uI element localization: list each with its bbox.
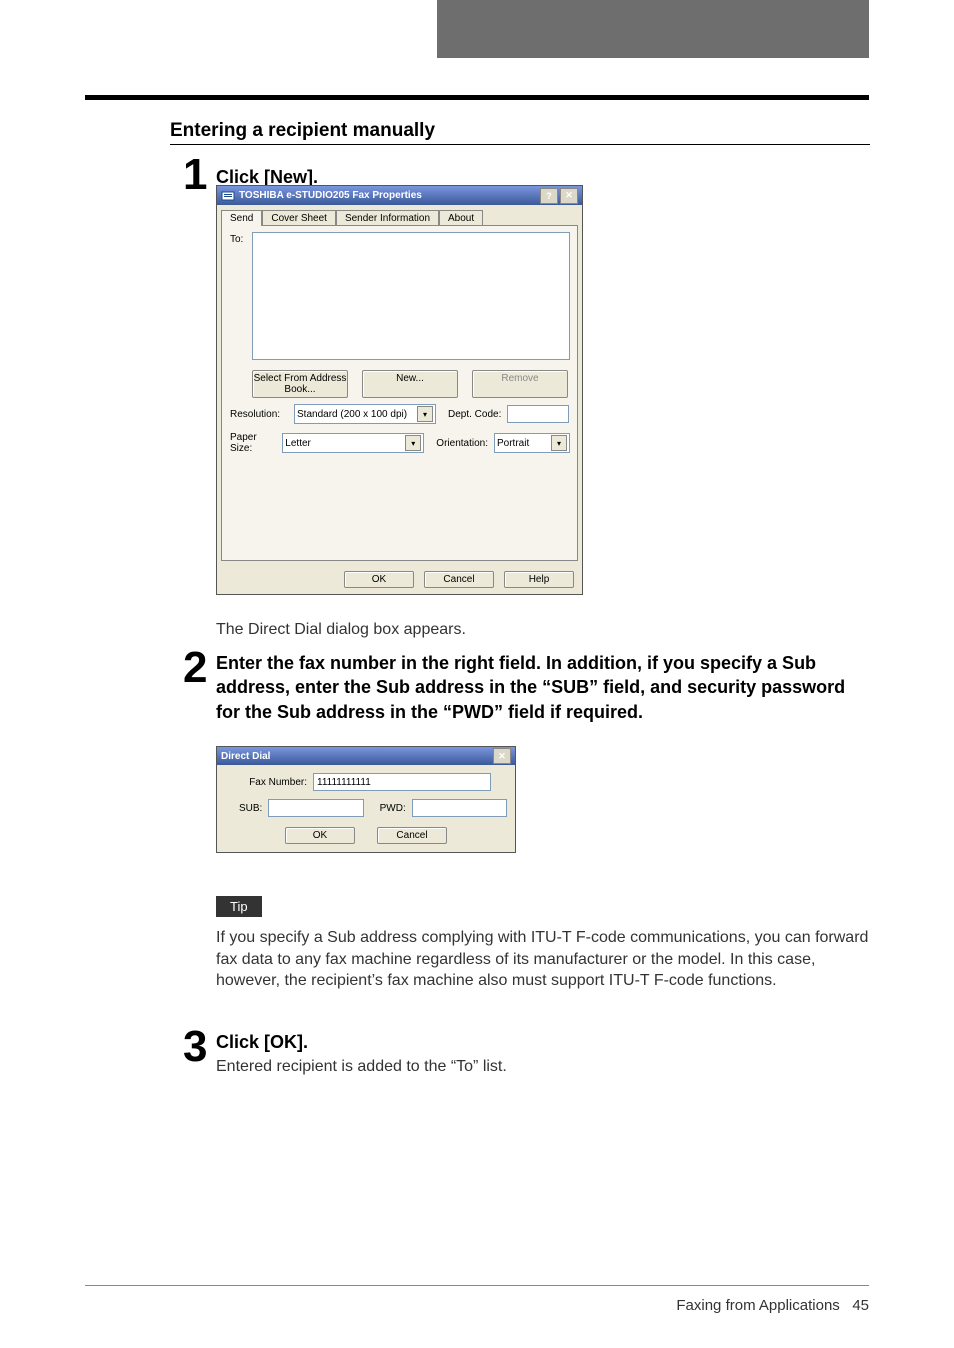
fax-number-input[interactable]: 11111111111 [313,773,491,791]
header-gray-bar [437,0,869,58]
paper-size-combo[interactable]: Letter ▾ [282,433,424,453]
new-button[interactable]: New... [362,370,458,398]
footer-section: Faxing from Applications [676,1297,839,1314]
tab-row: Send Cover Sheet Sender Information Abou… [217,205,582,225]
tab-sender-information[interactable]: Sender Information [336,210,439,226]
dialog-titlebar[interactable]: Direct Dial ✕ [217,747,515,765]
step-3-heading: Click [OK]. [216,1030,863,1054]
tab-send[interactable]: Send [221,210,262,226]
remove-button[interactable]: Remove [472,370,568,398]
pwd-input[interactable] [412,799,507,817]
to-label: To: [230,234,243,245]
direct-dial-dialog: Direct Dial ✕ Fax Number: 11111111111 SU… [216,746,516,853]
tab-cover-sheet[interactable]: Cover Sheet [262,210,336,226]
footer-rule [85,1285,869,1286]
chevron-down-icon: ▾ [551,435,567,451]
pwd-label: PWD: [380,803,406,814]
section-underline [170,144,870,145]
sub-input[interactable] [268,799,363,817]
sub-label: SUB: [239,803,262,814]
ok-button[interactable]: OK [344,571,414,588]
fax-properties-dialog: TOSHIBA e-STUDIO205 Fax Properties ? ✕ S… [216,185,583,595]
chevron-down-icon: ▾ [417,406,433,422]
dept-code-input[interactable] [507,405,569,423]
resolution-combo[interactable]: Standard (200 x 100 dpi) ▾ [294,404,436,424]
help-button-bottom[interactable]: Help [504,571,574,588]
step-2-heading: Enter the fax number in the right field.… [216,651,863,724]
chevron-down-icon: ▾ [405,435,421,451]
close-button[interactable]: ✕ [560,188,578,204]
resolution-value: Standard (200 x 100 dpi) [297,409,407,420]
help-button[interactable]: ? [540,188,558,204]
tab-body: To: Select From Address Book... New... R… [221,225,578,561]
tip-text: If you specify a Sub address complying w… [216,927,869,992]
paper-size-label: Paper Size: [230,432,276,454]
footer-text: Faxing from Applications 45 [676,1297,869,1314]
to-listbox[interactable] [252,232,570,360]
dialog-titlebar[interactable]: TOSHIBA e-STUDIO205 Fax Properties ? ✕ [217,186,582,205]
fax-number-label: Fax Number: [239,777,307,788]
orientation-label: Orientation: [436,438,488,449]
cancel-button[interactable]: Cancel [424,571,494,588]
dept-code-label: Dept. Code: [448,409,501,420]
app-icon [221,189,235,203]
resolution-label: Resolution: [230,409,288,420]
dialog-title: TOSHIBA e-STUDIO205 Fax Properties [239,190,422,201]
close-button[interactable]: ✕ [493,748,511,764]
tip-label: Tip [216,896,262,917]
dialog-title: Direct Dial [221,751,270,762]
header-black-rule [85,95,869,100]
tab-about[interactable]: About [439,210,483,226]
step-1-caption: The Direct Dial dialog box appears. [216,619,466,641]
footer-page-number: 45 [852,1297,869,1314]
section-title: Entering a recipient manually [170,120,435,142]
step-3-caption: Entered recipient is added to the “To” l… [216,1056,863,1078]
fax-number-value: 11111111111 [317,777,371,788]
ok-button[interactable]: OK [285,827,355,844]
select-from-address-book-button[interactable]: Select From Address Book... [252,370,348,398]
orientation-combo[interactable]: Portrait ▾ [494,433,570,453]
orientation-value: Portrait [497,438,529,449]
cancel-button[interactable]: Cancel [377,827,447,844]
paper-size-value: Letter [285,438,311,449]
